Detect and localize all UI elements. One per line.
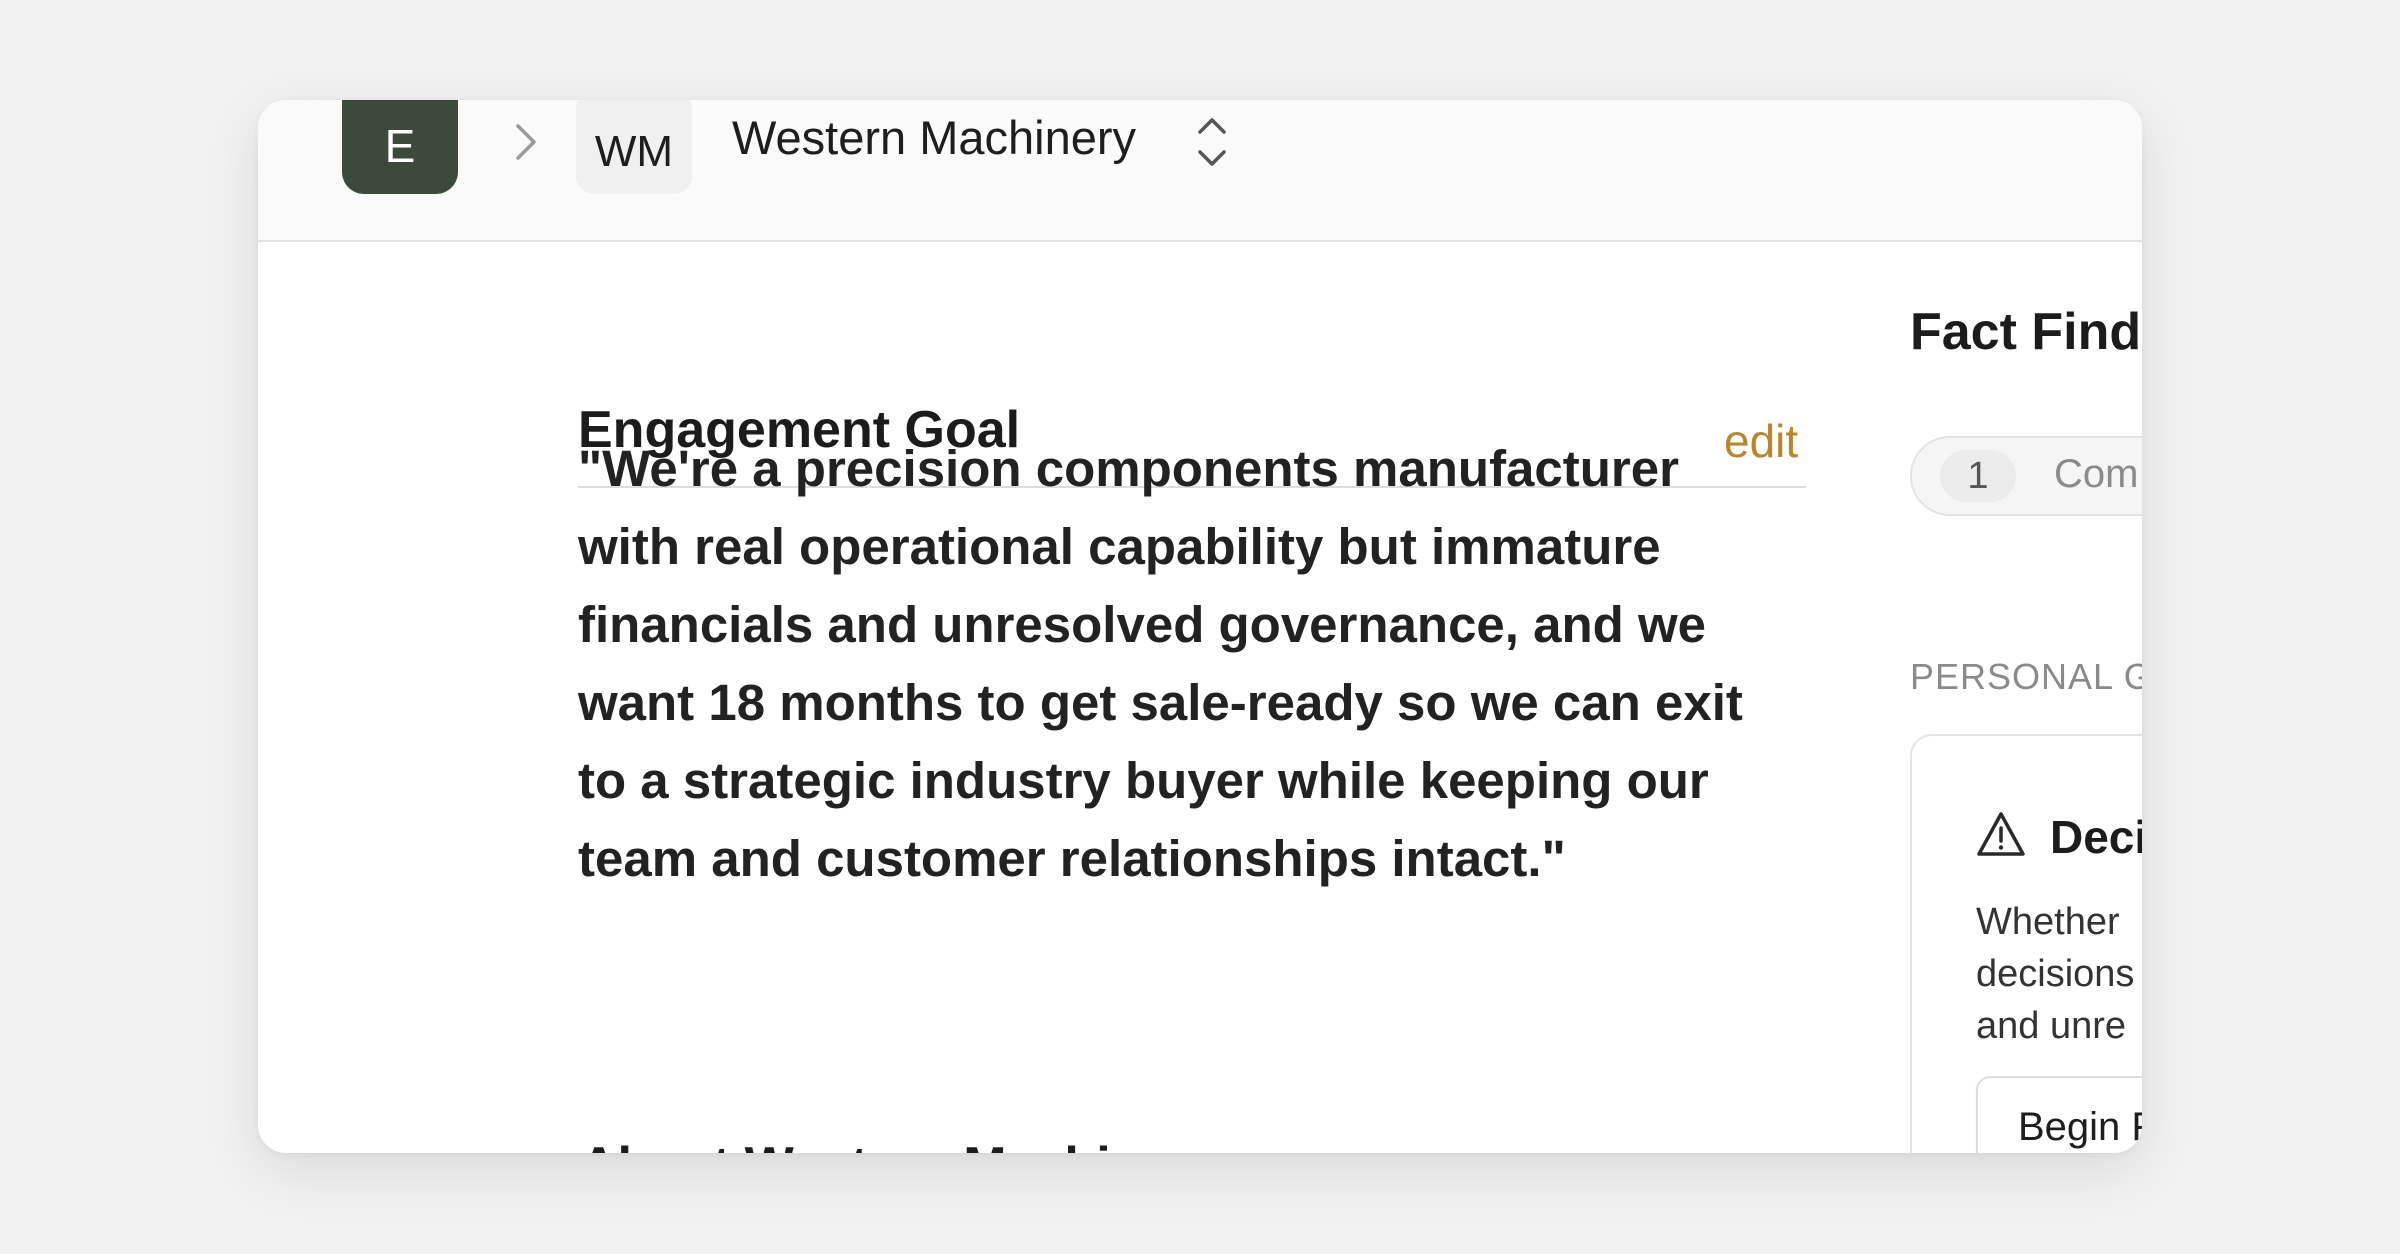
- fact-finding-card: Deci Whether decisions and unre Begin F: [1910, 734, 2142, 1153]
- chevron-up-down-icon[interactable]: [1188, 110, 1236, 174]
- begin-button[interactable]: Begin F: [1976, 1076, 2142, 1153]
- card-desc-line: Whether: [1976, 901, 2120, 943]
- card-title: Deci: [2050, 811, 2142, 863]
- warning-icon: [1977, 812, 2025, 856]
- quote-line: team and customer relationships intact.": [578, 830, 1566, 887]
- card-description: Whether decisions and unre: [1976, 896, 2142, 1052]
- chevron-right-icon: [516, 124, 536, 160]
- quote-line: want 18 months to get sale-ready so we c…: [578, 674, 1743, 731]
- org-name[interactable]: Western Machinery: [732, 110, 1136, 165]
- quote-line: financials and unresolved governance, an…: [578, 596, 1707, 653]
- section-eyebrow: PERSONAL G: [1910, 656, 2142, 697]
- quote-line: with real operational capability but imm…: [578, 518, 1661, 575]
- app-window: E WM Western Machinery Engagement Goal e…: [258, 100, 2142, 1153]
- quote-line: "We're a precision components manufactur…: [578, 440, 1679, 497]
- engagement-goal-quote: "We're a precision components manufactur…: [578, 430, 1778, 898]
- pill-label: Com: [2054, 452, 2139, 496]
- org-avatar[interactable]: WM: [576, 100, 692, 194]
- workspace-avatar[interactable]: E: [342, 100, 458, 194]
- fact-finding-title: Fact Findi: [1910, 303, 2142, 361]
- edit-about-link[interactable]: edit: [1726, 1150, 1800, 1153]
- progress-pill[interactable]: 1 Com: [1910, 436, 2142, 516]
- org-initials: WM: [594, 127, 674, 176]
- top-bar: E WM Western Machinery: [258, 100, 2142, 242]
- card-desc-line: decisions: [1976, 953, 2135, 995]
- card-desc-line: and unre: [1976, 1005, 2127, 1047]
- pill-count: 1: [1940, 450, 2016, 502]
- quote-line: to a strategic industry buyer while keep…: [578, 752, 1709, 809]
- about-title: About Western Machinery: [580, 1136, 1220, 1153]
- workspace-initial: E: [384, 120, 416, 172]
